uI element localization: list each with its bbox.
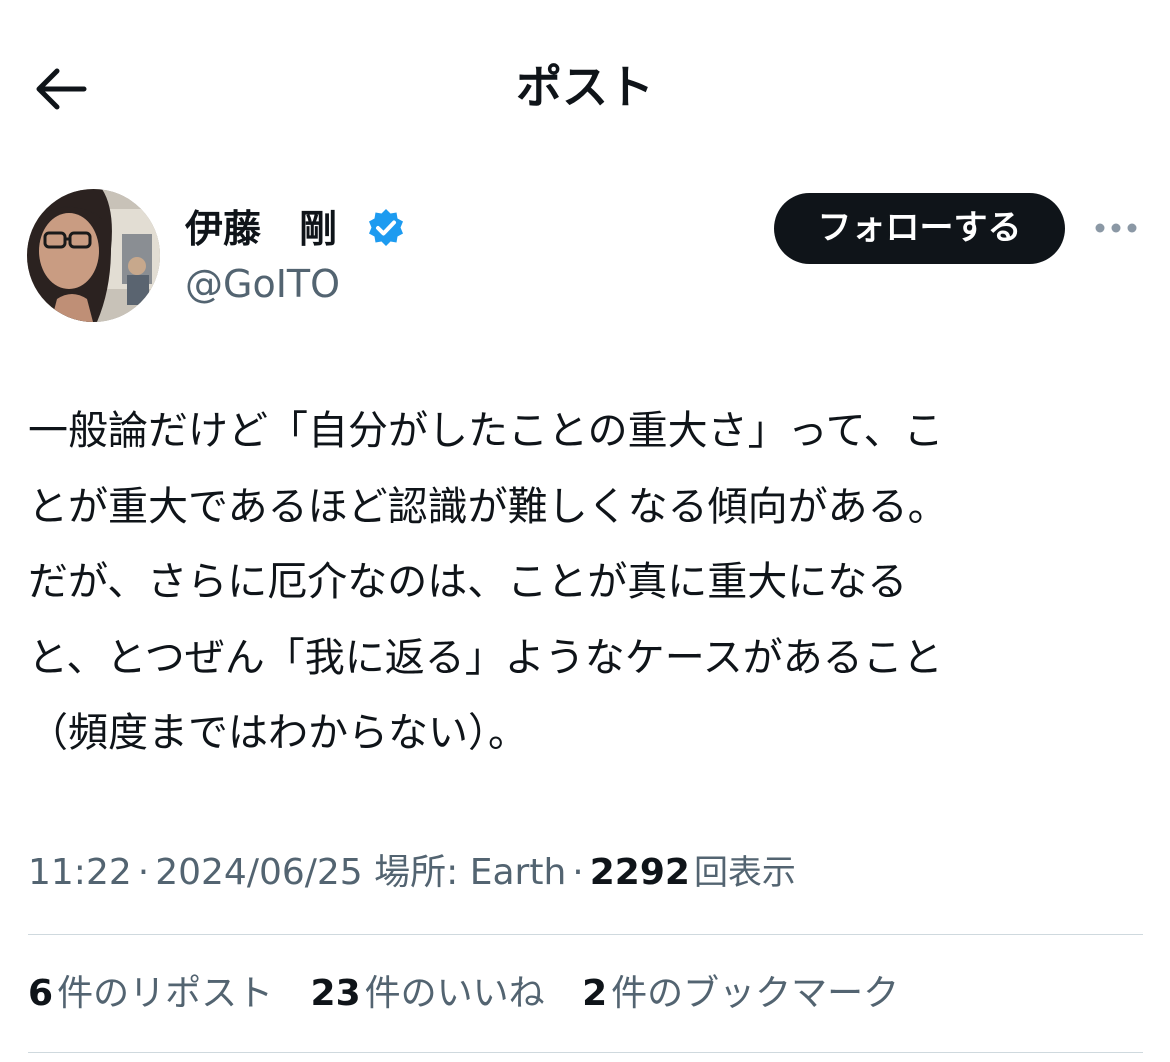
avatar[interactable] <box>27 189 160 322</box>
post-date[interactable]: 2024/06/25 <box>155 852 363 893</box>
views-count[interactable]: 2292 <box>590 852 690 893</box>
bookmarks-count: 2 <box>582 973 608 1014</box>
separator-dot: · <box>572 852 584 893</box>
post-line: とが重大であるほど認識が難しくなる傾向がある。 <box>28 483 948 530</box>
bookmarks-stat[interactable]: 2 件のブックマーク <box>582 966 899 1022</box>
engagement-stats: 6 件のリポスト 23 件のいいね 2 件のブックマーク <box>28 966 925 1022</box>
reposts-count: 6 <box>28 973 54 1014</box>
post-line: と、とつぜん「我に返る」ようなケースがあること <box>28 634 943 681</box>
likes-count: 23 <box>310 973 361 1014</box>
likes-stat[interactable]: 23 件のいいね <box>311 966 545 1022</box>
reposts-stat[interactable]: 6 件のリポスト <box>28 966 273 1022</box>
post-line: 一般論だけど「自分がしたことの重大さ」って、こ <box>28 408 944 454</box>
separator-dot: · <box>137 852 150 893</box>
post-line: だが、さらに厄介なのは、ことが真に重大になる <box>28 559 908 605</box>
divider <box>28 934 1143 935</box>
views-label: 回表示 <box>693 853 796 893</box>
post-location: 場所: Earth <box>374 852 567 893</box>
verified-badge-icon <box>365 207 407 249</box>
page-title: ポスト <box>516 60 654 114</box>
avatar-photo <box>27 189 160 322</box>
divider <box>28 1052 1143 1053</box>
post-body: 一般論だけど「自分がしたことの重大さ」って、こ とが重大であるほど認識が難しくな… <box>28 394 1143 772</box>
reposts-label: 件のリポスト <box>57 973 274 1014</box>
post-time[interactable]: 11:22 <box>28 852 132 893</box>
post-line: （頻度まではわからない）。 <box>28 710 528 756</box>
likes-label: 件のいいね <box>364 973 545 1014</box>
author-handle[interactable]: @GoITO <box>185 256 340 312</box>
more-options-icon[interactable] <box>1093 219 1139 237</box>
top-bar: ポスト <box>0 0 1170 175</box>
follow-button[interactable]: フォローする <box>774 193 1065 264</box>
bookmarks-label: 件のブックマーク <box>611 973 900 1014</box>
author-display-name[interactable]: 伊藤 剛 <box>185 200 337 258</box>
post-meta: 11:22 · 2024/06/25 場所: Earth · 2292 回表示 <box>28 845 796 901</box>
